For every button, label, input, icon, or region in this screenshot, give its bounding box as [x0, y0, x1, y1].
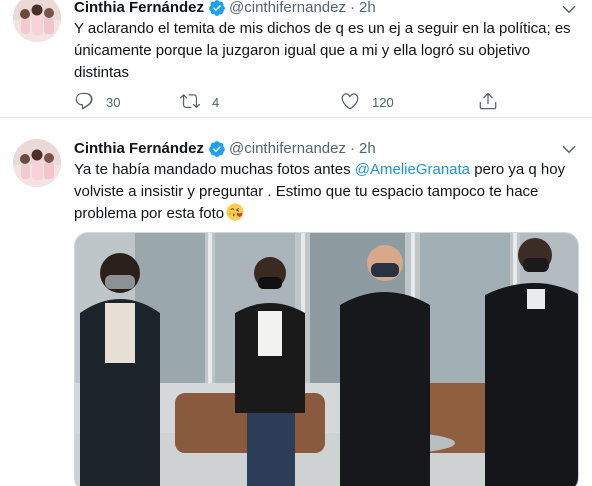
display-name[interactable]: Cinthia Fernández — [74, 139, 204, 159]
tweet-header: Cinthia Fernández @cinthifernandez · 2h — [74, 0, 376, 18]
tweet-photo[interactable] — [74, 232, 579, 486]
chevron-down-icon[interactable] — [560, 140, 578, 158]
tweet-actions: 30 4 120 — [74, 90, 504, 114]
mention-link[interactable]: @AmelieGranata — [355, 161, 470, 178]
verified-badge-icon — [208, 140, 226, 158]
timestamp[interactable]: 2h — [359, 0, 376, 18]
chevron-down-icon[interactable] — [560, 0, 578, 18]
face-blowing-a-kiss-icon — [226, 203, 244, 221]
tweet[interactable]: Cinthia Fernández @cinthifernandez · 2h … — [0, 119, 592, 486]
reply-count: 30 — [106, 94, 121, 110]
separator: · — [349, 140, 355, 157]
verified-badge-icon — [208, 0, 226, 17]
heart-icon — [340, 91, 360, 114]
handle[interactable]: @cinthifernandez — [229, 0, 346, 18]
tweet-text-part: Ya te había mandado muchas fotos antes — [74, 161, 355, 178]
like-count: 120 — [372, 94, 394, 110]
timestamp[interactable]: 2h — [359, 139, 376, 159]
share-icon — [478, 91, 498, 114]
handle[interactable]: @cinthifernandez — [229, 139, 346, 159]
retweet-button[interactable]: 4 — [180, 90, 219, 114]
tweet-text: Y aclarando el temita de mis dichos de q… — [74, 20, 571, 81]
display-name[interactable]: Cinthia Fernández — [74, 0, 204, 18]
photo-image — [75, 233, 578, 486]
avatar[interactable] — [13, 139, 61, 187]
retweet-icon — [180, 91, 200, 114]
tweet[interactable]: Cinthia Fernández @cinthifernandez · 2h … — [0, 0, 592, 118]
reply-button[interactable]: 30 — [74, 90, 120, 114]
tweet-text: Ya te había mandado muchas fotos antes @… — [74, 159, 579, 225]
share-button[interactable] — [478, 90, 498, 114]
tweet-header: Cinthia Fernández @cinthifernandez · 2h — [74, 139, 376, 159]
avatar[interactable] — [13, 0, 61, 42]
reply-icon — [74, 91, 94, 114]
separator: · — [349, 0, 355, 16]
retweet-count: 4 — [212, 94, 220, 110]
like-button[interactable]: 120 — [340, 90, 394, 114]
